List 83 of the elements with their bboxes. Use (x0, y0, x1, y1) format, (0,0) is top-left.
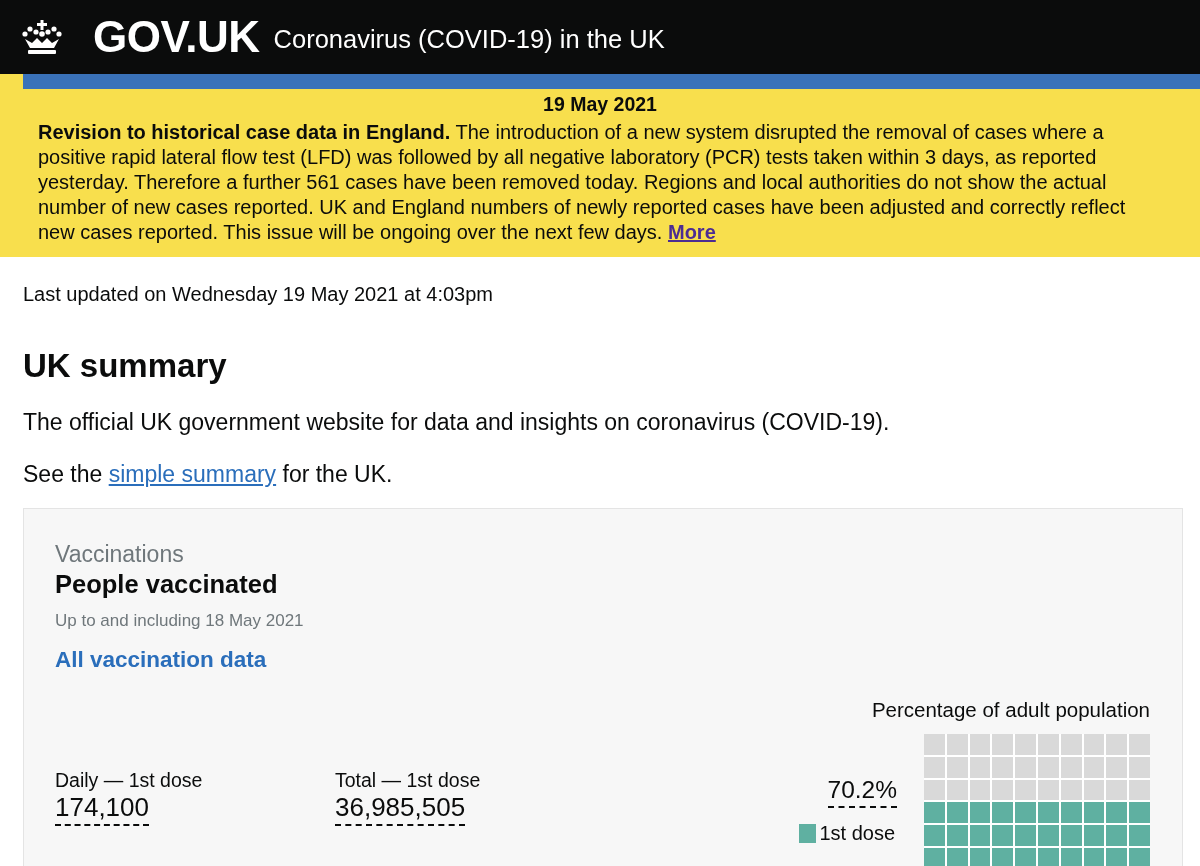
waffle-square (1038, 848, 1059, 866)
waffle-square (946, 779, 968, 801)
summary-text: See the simple summary for the UK. (23, 460, 393, 488)
waffle-square (992, 756, 1014, 778)
waffle-square (1083, 756, 1105, 778)
waffle-square (946, 825, 968, 846)
waffle-square (1083, 825, 1105, 846)
waffle-square (1129, 802, 1150, 824)
waffle-square (1038, 802, 1059, 824)
waffle-square (924, 848, 945, 866)
waffle-square (924, 825, 945, 846)
metric-label: Daily — 1st dose (55, 768, 203, 792)
metric-value: 36,985,505 (335, 792, 466, 826)
site-logo[interactable]: GOV.UK (93, 15, 260, 59)
waffle-square (992, 734, 1014, 755)
waffle-square (969, 734, 991, 755)
waffle-square (1015, 825, 1036, 846)
card-title: People vaccinated (55, 569, 278, 599)
waffle-square (992, 848, 1014, 866)
card-category: Vaccinations (55, 541, 184, 567)
last-updated-text: Last updated on Wednesday 19 May 2021 at 4:03pm (23, 282, 493, 306)
waffle-square (1106, 848, 1128, 866)
waffle-square (946, 848, 968, 866)
waffle-value: 70.2% (827, 776, 898, 808)
announcement-date: 19 May 2021 (543, 92, 657, 116)
waffle-square (1106, 825, 1128, 846)
waffle-square (1083, 848, 1105, 866)
waffle-square (1038, 734, 1059, 755)
waffle-square (992, 779, 1014, 801)
waffle-square (969, 825, 991, 846)
more-link[interactable]: More (668, 221, 716, 243)
waffle-square (1060, 848, 1082, 866)
waffle-square (1106, 734, 1128, 755)
waffle-square (1015, 779, 1036, 801)
waffle-square (1060, 825, 1082, 846)
simple-summary-link[interactable]: simple summary (108, 461, 277, 487)
legend-label: 1st dose (819, 822, 896, 844)
waffle-square (1015, 734, 1036, 755)
waffle-square (1038, 779, 1059, 801)
metric-value: 174,100 (55, 792, 149, 826)
waffle-square (1129, 756, 1150, 778)
waffle-square (946, 756, 968, 778)
metric-label: Total — 1st dose (335, 768, 481, 792)
waffle-square (1129, 825, 1150, 846)
waffle-square (1038, 756, 1059, 778)
waffle-square (1106, 802, 1128, 824)
waffle-square (1015, 848, 1036, 866)
crown-icon (22, 19, 62, 55)
waffle-square (1083, 734, 1105, 755)
waffle-square (992, 825, 1014, 846)
waffle-square (946, 734, 968, 755)
waffle-square (1015, 802, 1036, 824)
vaccination-data-link[interactable]: All vaccination data (55, 647, 267, 673)
waffle-square (1060, 734, 1082, 755)
legend-swatch-icon (799, 823, 817, 843)
waffle-square (924, 734, 945, 755)
waffle-square (1015, 756, 1036, 778)
announcement-text: Revision to historical case data in England. The introduction of a new system disrupted the removal of cases where a positive rapid lateral flow test (LFD) was followed by all negative laboratory (PCR) tests taken within 3 days, as reported yesterday. Therefore a further 561 cases have been removed today. Regions and local authorities do not show the actual number of new cases reported. UK and England numbers of newly reported cases have been adjusted and correctly reflect new cases reported. This issue will be ongoing over the next few days. More (38, 120, 1127, 245)
waffle-square (1060, 756, 1082, 778)
page-heading: UK summary (23, 346, 227, 386)
waffle-square (1038, 825, 1059, 846)
waffle-square (1060, 779, 1082, 801)
waffle-square (924, 756, 945, 778)
site-title[interactable]: Coronavirus (COVID-19) in the UK (273, 27, 665, 53)
waffle-title: Percentage of adult population (871, 698, 1150, 722)
waffle-square (992, 802, 1014, 824)
waffle-square (969, 848, 991, 866)
waffle-square (946, 802, 968, 824)
waffle-square (1083, 802, 1105, 824)
waffle-square (1129, 779, 1150, 801)
waffle-square (924, 779, 945, 801)
waffle-square (1106, 756, 1128, 778)
waffle-square (969, 756, 991, 778)
waffle-square (1060, 802, 1082, 824)
intro-text: The official UK government website for data and insights on coronavirus (COVID-19). (23, 408, 890, 436)
waffle-square (1106, 779, 1128, 801)
waffle-square (1129, 848, 1150, 866)
card-date-note: Up to and including 18 May 2021 (55, 611, 304, 631)
waffle-square (924, 802, 945, 824)
waffle-square (969, 779, 991, 801)
waffle-square (969, 802, 991, 824)
waffle-square (1129, 734, 1150, 755)
waffle-square (1083, 779, 1105, 801)
